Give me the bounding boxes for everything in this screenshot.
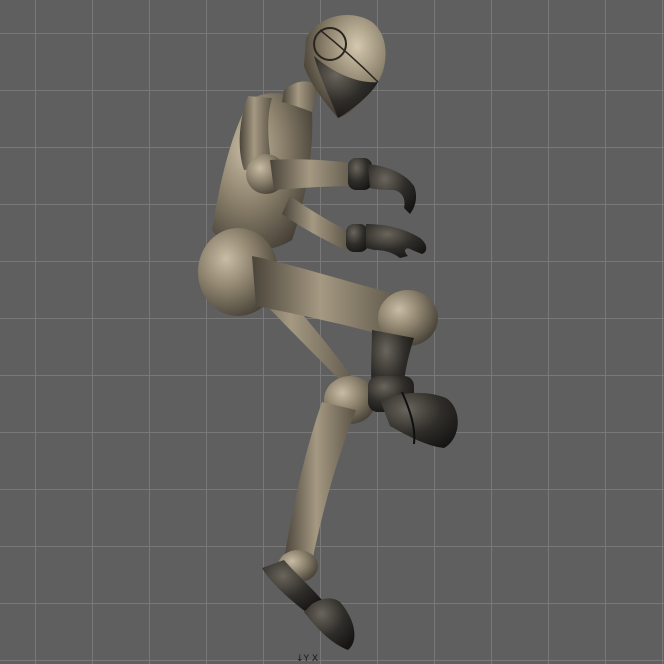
3d-viewport[interactable]: ↓Y X: [0, 0, 664, 664]
right-foot[interactable]: [380, 392, 458, 448]
axis-label: ↓Y X: [296, 654, 319, 664]
posed-mannequin-figure[interactable]: [0, 0, 664, 664]
left-shin[interactable]: [284, 402, 356, 562]
right-forearm[interactable]: [270, 159, 358, 190]
right-hand[interactable]: [368, 164, 417, 214]
left-toe[interactable]: [304, 598, 355, 650]
left-wrist[interactable]: [346, 224, 368, 252]
right-wrist[interactable]: [348, 158, 372, 190]
left-hand[interactable]: [366, 224, 427, 258]
head[interactable]: [304, 15, 386, 119]
